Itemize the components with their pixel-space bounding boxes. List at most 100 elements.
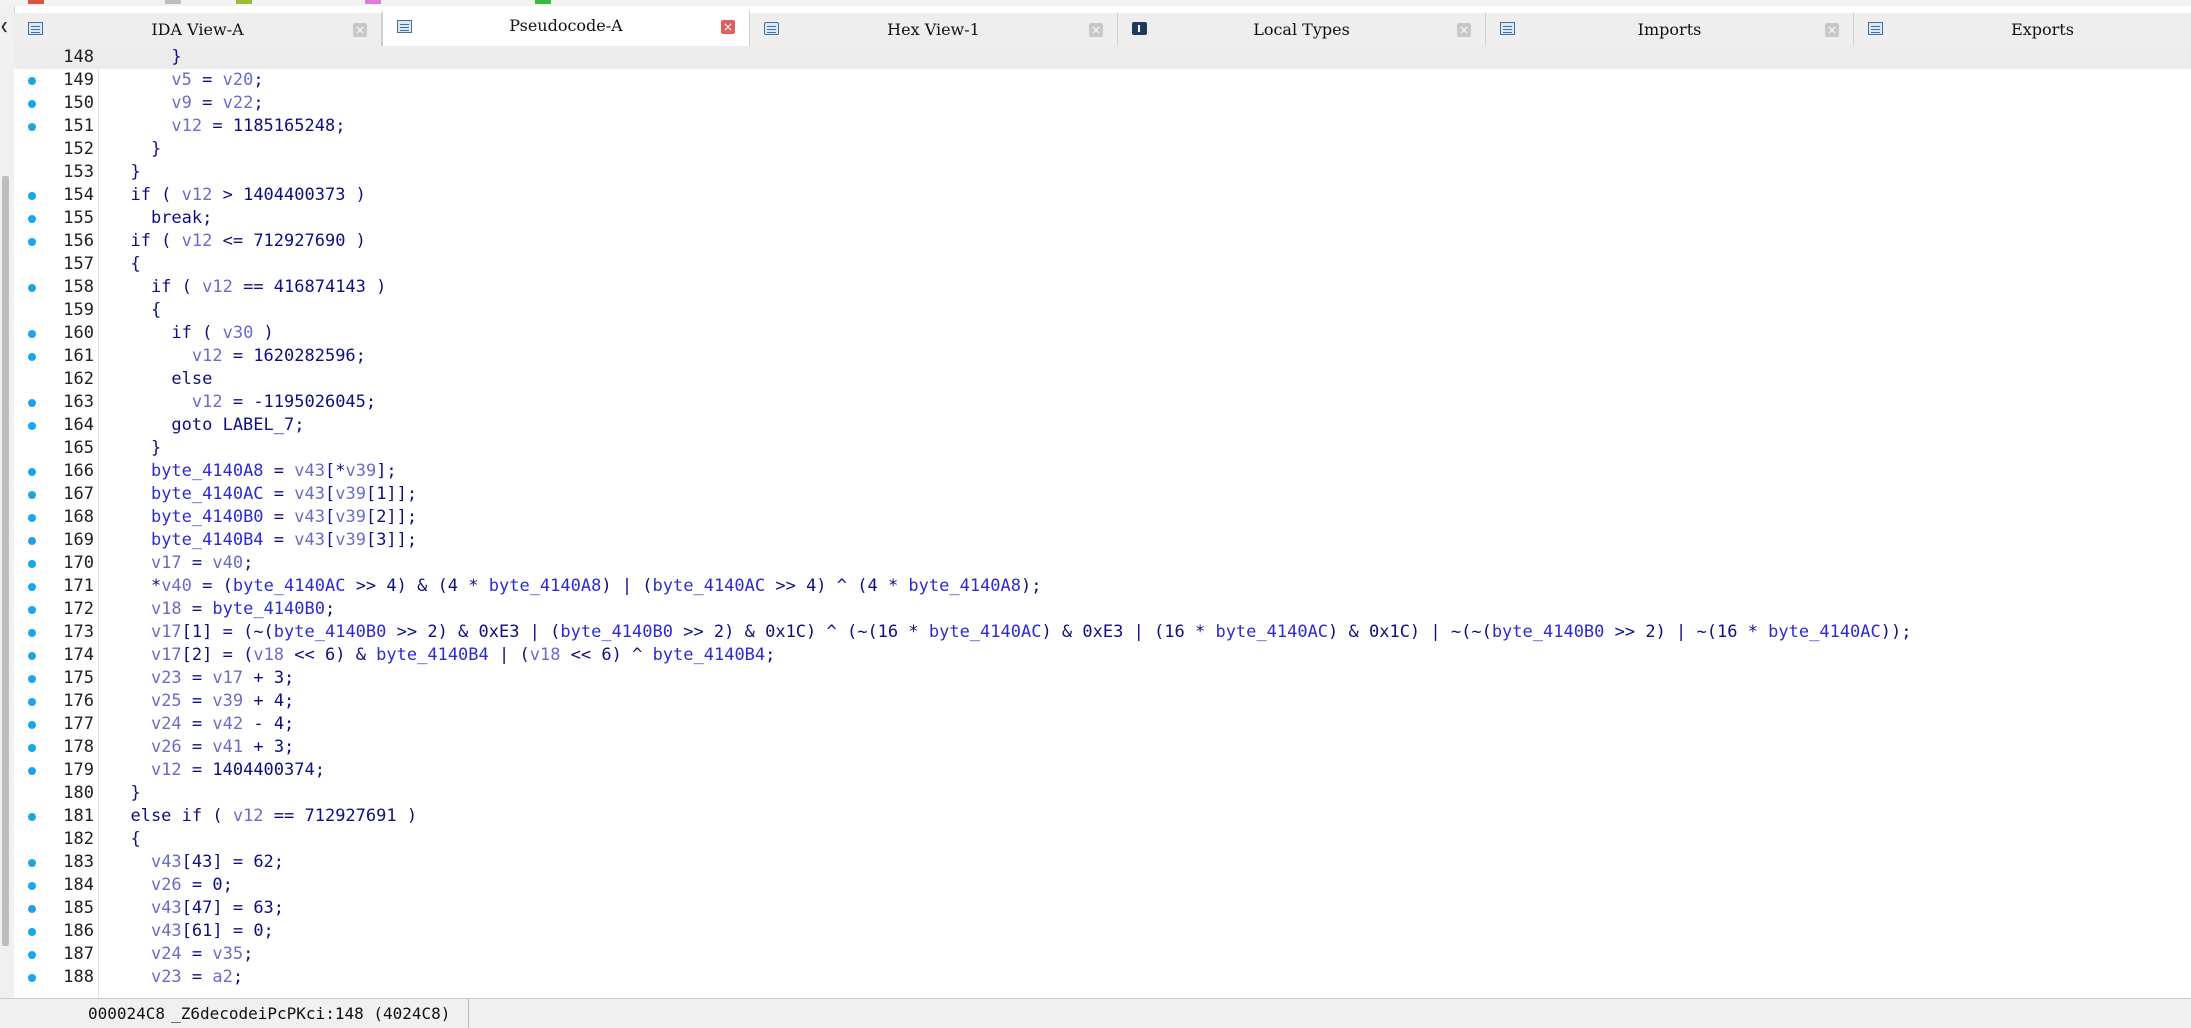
code-line[interactable]: 163 v12 = -1195026045; bbox=[14, 391, 2191, 414]
code-line[interactable]: 181 else if ( v12 == 712927691 ) bbox=[14, 805, 2191, 828]
tab-hex-view-1[interactable]: Hex View-1 × bbox=[750, 13, 1118, 46]
breakpoint-dot-icon[interactable] bbox=[28, 468, 36, 476]
line-number: 169 bbox=[63, 530, 94, 550]
code-line[interactable]: 170 v17 = v40; bbox=[14, 552, 2191, 575]
breakpoint-dot-icon[interactable] bbox=[28, 422, 36, 430]
code-line[interactable]: 166 byte_4140A8 = v43[*v39]; bbox=[14, 460, 2191, 483]
code-line[interactable]: 151 v12 = 1185165248; bbox=[14, 115, 2191, 138]
breakpoint-dot-icon[interactable] bbox=[28, 813, 36, 821]
code-line[interactable]: 180 } bbox=[14, 782, 2191, 805]
code-line[interactable]: 159 { bbox=[14, 299, 2191, 322]
tab-imports[interactable]: Imports × bbox=[1486, 13, 1854, 46]
code-line[interactable]: 148 } bbox=[14, 46, 2191, 69]
breakpoint-dot-icon[interactable] bbox=[28, 928, 36, 936]
code-line[interactable]: 157 { bbox=[14, 253, 2191, 276]
breakpoint-dot-icon[interactable] bbox=[28, 100, 36, 108]
code-line[interactable]: 177 v24 = v42 - 4; bbox=[14, 713, 2191, 736]
line-number: 161 bbox=[63, 346, 94, 366]
line-number: 162 bbox=[63, 369, 94, 389]
breakpoint-dot-icon[interactable] bbox=[28, 629, 36, 637]
close-tab-icon[interactable]: × bbox=[353, 23, 367, 37]
code-line[interactable]: 150 v9 = v22; bbox=[14, 92, 2191, 115]
line-number: 171 bbox=[63, 576, 94, 596]
code-text: v12 = 1404400374; bbox=[150, 760, 325, 780]
breakpoint-dot-icon[interactable] bbox=[28, 537, 36, 545]
breakpoint-dot-icon[interactable] bbox=[28, 77, 36, 85]
breakpoint-dot-icon[interactable] bbox=[28, 192, 36, 200]
breakpoint-dot-icon[interactable] bbox=[28, 215, 36, 223]
code-line[interactable]: 182 { bbox=[14, 828, 2191, 851]
code-line[interactable]: 173 v17[1] = (~(byte_4140B0 >> 2) & 0xE3… bbox=[14, 621, 2191, 644]
breakpoint-dot-icon[interactable] bbox=[28, 514, 36, 522]
line-number: 187 bbox=[63, 944, 94, 964]
code-line[interactable]: 152 } bbox=[14, 138, 2191, 161]
code-line[interactable]: 178 v26 = v41 + 3; bbox=[14, 736, 2191, 759]
close-tab-icon[interactable]: × bbox=[1089, 23, 1103, 37]
vertical-scrollbar[interactable] bbox=[2, 176, 9, 946]
breakpoint-dot-icon[interactable] bbox=[28, 744, 36, 752]
code-line[interactable]: 153 } bbox=[14, 161, 2191, 184]
breakpoint-dot-icon[interactable] bbox=[28, 284, 36, 292]
code-line[interactable]: 183 v43[43] = 62; bbox=[14, 851, 2191, 874]
code-line[interactable]: 184 v26 = 0; bbox=[14, 874, 2191, 897]
code-text: goto LABEL_7; bbox=[110, 415, 305, 435]
tab-local-types[interactable]: Local Types × bbox=[1118, 13, 1486, 46]
code-text: break; bbox=[110, 208, 213, 228]
breakpoint-dot-icon[interactable] bbox=[28, 606, 36, 614]
line-number: 159 bbox=[63, 300, 94, 320]
line-number: 181 bbox=[63, 806, 94, 826]
code-line[interactable]: 156 if ( v12 <= 712927690 ) bbox=[14, 230, 2191, 253]
code-line[interactable]: 149 v5 = v20; bbox=[14, 69, 2191, 92]
breakpoint-dot-icon[interactable] bbox=[28, 583, 36, 591]
breakpoint-dot-icon[interactable] bbox=[28, 882, 36, 890]
code-line[interactable]: 164 goto LABEL_7; bbox=[14, 414, 2191, 437]
code-line[interactable]: 171 *v40 = (byte_4140AC >> 4) & (4 * byt… bbox=[14, 575, 2191, 598]
breakpoint-dot-icon[interactable] bbox=[28, 330, 36, 338]
breakpoint-dot-icon[interactable] bbox=[28, 399, 36, 407]
code-line[interactable]: 185 v43[47] = 63; bbox=[14, 897, 2191, 920]
breakpoint-dot-icon[interactable] bbox=[28, 905, 36, 913]
tab-label: Imports bbox=[1637, 20, 1702, 39]
code-line[interactable]: 169 byte_4140B4 = v43[v39[3]]; bbox=[14, 529, 2191, 552]
toolbar-color-mark bbox=[236, 0, 252, 4]
breakpoint-dot-icon[interactable] bbox=[28, 652, 36, 660]
tab-ida-view-a[interactable]: IDA View-A × bbox=[14, 13, 382, 46]
code-line[interactable]: 154 if ( v12 > 1404400373 ) bbox=[14, 184, 2191, 207]
tab-exports[interactable]: Exports bbox=[1854, 13, 2191, 46]
breakpoint-dot-icon[interactable] bbox=[28, 698, 36, 706]
breakpoint-dot-icon[interactable] bbox=[28, 238, 36, 246]
close-tab-icon[interactable]: × bbox=[1457, 23, 1471, 37]
breakpoint-dot-icon[interactable] bbox=[28, 767, 36, 775]
code-line[interactable]: 160 if ( v30 ) bbox=[14, 322, 2191, 345]
breakpoint-dot-icon[interactable] bbox=[28, 675, 36, 683]
close-tab-icon[interactable]: × bbox=[721, 20, 735, 34]
tab-pseudocode-a[interactable]: Pseudocode-A × bbox=[382, 11, 750, 47]
breakpoint-dot-icon[interactable] bbox=[28, 491, 36, 499]
breakpoint-dot-icon[interactable] bbox=[28, 123, 36, 131]
code-line[interactable]: 162 else bbox=[14, 368, 2191, 391]
breakpoint-dot-icon[interactable] bbox=[28, 859, 36, 867]
breakpoint-dot-icon[interactable] bbox=[28, 974, 36, 982]
breakpoint-dot-icon[interactable] bbox=[28, 560, 36, 568]
pseudocode-view[interactable]: 148 } 149 v5 = v20; 150 v9 = v22; 151 v12 =… bbox=[14, 46, 2191, 998]
breakpoint-dot-icon[interactable] bbox=[28, 951, 36, 959]
breakpoint-dot-icon[interactable] bbox=[28, 353, 36, 361]
code-line[interactable]: 167 byte_4140AC = v43[v39[1]]; bbox=[14, 483, 2191, 506]
code-line[interactable]: 175 v23 = v17 + 3; bbox=[14, 667, 2191, 690]
code-line[interactable]: 155 break; bbox=[14, 207, 2191, 230]
close-tab-icon[interactable]: × bbox=[1825, 23, 1839, 37]
code-line[interactable]: 165 } bbox=[14, 437, 2191, 460]
line-number: 184 bbox=[63, 875, 94, 895]
code-line[interactable]: 161 v12 = 1620282596; bbox=[14, 345, 2191, 368]
code-line[interactable]: 176 v25 = v39 + 4; bbox=[14, 690, 2191, 713]
collapse-panel-icon[interactable]: ❮ bbox=[0, 20, 10, 34]
breakpoint-dot-icon[interactable] bbox=[28, 721, 36, 729]
code-line[interactable]: 188 v23 = a2; bbox=[14, 966, 2191, 989]
code-line[interactable]: 168 byte_4140B0 = v43[v39[2]]; bbox=[14, 506, 2191, 529]
code-line[interactable]: 174 v17[2] = (v18 << 6) & byte_4140B4 | … bbox=[14, 644, 2191, 667]
code-line[interactable]: 172 v18 = byte_4140B0; bbox=[14, 598, 2191, 621]
code-line[interactable]: 187 v24 = v35; bbox=[14, 943, 2191, 966]
code-line[interactable]: 186 v43[61] = 0; bbox=[14, 920, 2191, 943]
code-line[interactable]: 179 v12 = 1404400374; bbox=[14, 759, 2191, 782]
code-line[interactable]: 158 if ( v12 == 416874143 ) bbox=[14, 276, 2191, 299]
